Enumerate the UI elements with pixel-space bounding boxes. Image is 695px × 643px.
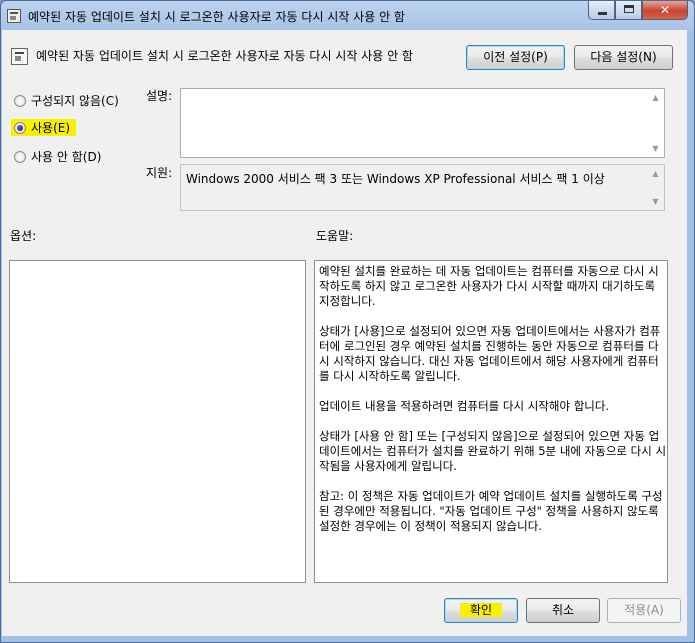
comment-scrollbar[interactable]: ▲ ▼ <box>647 89 664 157</box>
previous-setting-button[interactable]: 이전 설정(P) <box>466 45 565 70</box>
options-panel <box>9 260 306 583</box>
cancel-button[interactable]: 취소 <box>526 598 600 623</box>
radio-circle-checked[interactable] <box>14 121 26 134</box>
scroll-up-icon[interactable]: ▲ <box>647 165 664 182</box>
title-bar[interactable]: 예약된 자동 업데이트 설치 시 로그온한 사용자로 자동 다시 시작 사용 안… <box>1 1 694 31</box>
supported-scrollbar[interactable]: ▲ ▼ <box>647 165 664 210</box>
comment-label: 설명: <box>146 89 173 103</box>
window-bottom-frame <box>1 636 694 642</box>
maximize-button[interactable] <box>615 1 642 20</box>
setting-title: 예약된 자동 업데이트 설치 시 로그온한 사용자로 자동 다시 시작 사용 안… <box>36 49 413 63</box>
ok-button-label: 확인 <box>459 603 503 617</box>
dialog-client-area: 예약된 자동 업데이트 설치 시 로그온한 사용자로 자동 다시 시작 사용 안… <box>2 30 687 636</box>
help-paragraph: 업데이트 내용을 적용하려면 컴퓨터를 다시 시작해야 합니다. <box>319 399 610 413</box>
minimize-button[interactable] <box>588 1 615 20</box>
close-button[interactable]: ✕ <box>642 1 688 20</box>
help-paragraph: 상태가 [사용]으로 설정되어 있으면 자동 업데이트에서는 사용자가 컴퓨터에… <box>319 324 661 383</box>
help-paragraph: 예약된 설치를 완료하는 데 자동 업데이트는 컴퓨터를 자동으로 다시 시작하… <box>319 264 659 308</box>
comment-textarea[interactable]: ▲ ▼ <box>180 88 665 158</box>
apply-button[interactable]: 적용(A) <box>607 598 681 623</box>
help-paragraph: 참고: 이 정책은 자동 업데이트가 예약 업데이트 설치를 실행하도록 구성된… <box>319 489 663 533</box>
radio-not-configured-label: 구성되지 않음(C) <box>31 94 119 108</box>
maximize-icon <box>624 5 634 13</box>
supported-value: Windows 2000 서비스 팩 3 또는 Windows XP Profe… <box>186 172 605 186</box>
scroll-down-icon[interactable]: ▼ <box>647 140 664 157</box>
options-label: 옵션: <box>10 229 37 243</box>
help-panel: 예약된 설치를 완료하는 데 자동 업데이트는 컴퓨터를 자동으로 다시 시작하… <box>314 260 668 583</box>
scroll-down-icon[interactable]: ▼ <box>647 193 664 210</box>
window-right-frame <box>687 30 694 636</box>
next-setting-button[interactable]: 다음 설정(N) <box>574 45 673 70</box>
radio-enabled[interactable]: 사용(E) <box>11 119 77 136</box>
minimize-icon <box>598 12 607 15</box>
scroll-up-icon[interactable]: ▲ <box>647 89 664 106</box>
radio-circle[interactable] <box>14 94 26 107</box>
help-text: 예약된 설치를 완료하는 데 자동 업데이트는 컴퓨터를 자동으로 다시 시작하… <box>319 264 667 549</box>
radio-disabled[interactable]: 사용 안 함(D) <box>14 148 101 165</box>
window-controls: ✕ <box>588 1 688 21</box>
window-title: 예약된 자동 업데이트 설치 시 로그온한 사용자로 자동 다시 시작 사용 안… <box>28 10 405 24</box>
policy-setting-window: 예약된 자동 업데이트 설치 시 로그온한 사용자로 자동 다시 시작 사용 안… <box>0 0 695 643</box>
supported-box: Windows 2000 서비스 팩 3 또는 Windows XP Profe… <box>180 164 665 211</box>
help-paragraph: 상태가 [사용 안 함] 또는 [구성되지 않음]으로 설정되어 있으면 자동 … <box>319 429 667 473</box>
radio-enabled-label: 사용(E) <box>31 121 71 135</box>
policy-setting-icon <box>7 9 21 23</box>
radio-disabled-label: 사용 안 함(D) <box>31 150 102 164</box>
radio-circle[interactable] <box>14 150 26 163</box>
help-label: 도움말: <box>316 229 354 243</box>
radio-not-configured[interactable]: 구성되지 않음(C) <box>14 92 119 109</box>
policy-setting-icon <box>11 48 28 65</box>
ok-button[interactable]: 확인 <box>444 598 518 623</box>
supported-label: 지원: <box>146 166 173 180</box>
close-icon: ✕ <box>659 3 671 17</box>
